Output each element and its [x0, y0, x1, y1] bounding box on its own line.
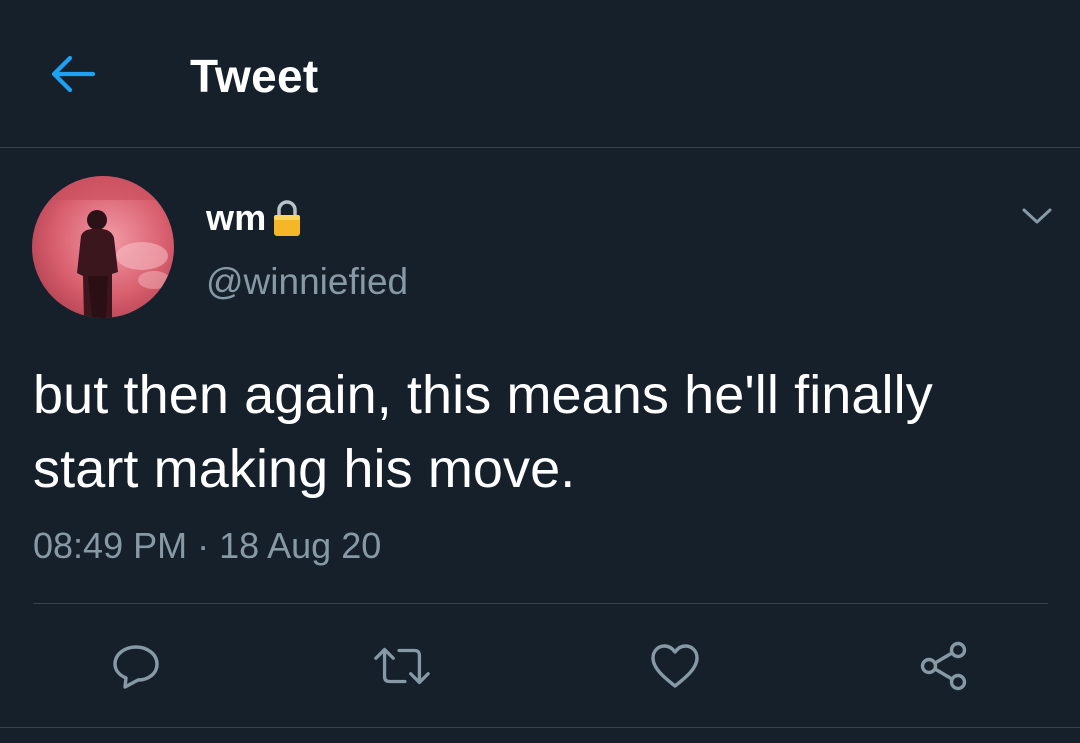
- tweet-text: but then again, this means he'll finally…: [33, 365, 933, 499]
- back-button[interactable]: [44, 50, 100, 98]
- display-name: wm: [206, 197, 267, 238]
- tweet-time[interactable]: 08:49 PM: [33, 520, 187, 572]
- meta-separator: ·: [197, 525, 210, 566]
- bottom-divider: [0, 727, 1080, 728]
- divider: [33, 603, 1048, 604]
- reply-button[interactable]: [106, 636, 166, 696]
- tweet-timestamp: 08:49 PM · 18 Aug 20: [33, 520, 381, 572]
- heart-icon: [651, 644, 699, 688]
- retweet-button[interactable]: [372, 636, 432, 696]
- arrow-left-icon: [51, 55, 95, 93]
- share-button[interactable]: [914, 636, 974, 696]
- share-icon: [920, 641, 967, 691]
- avatar-image: [32, 176, 174, 318]
- like-button[interactable]: [645, 636, 705, 696]
- author-name-row[interactable]: wm: [206, 192, 302, 244]
- more-options-button[interactable]: [1012, 196, 1062, 236]
- reply-icon: [113, 645, 159, 689]
- author-handle[interactable]: @winniefied: [206, 258, 408, 306]
- chevron-down-icon: [1022, 208, 1052, 224]
- tweet-date[interactable]: 18 Aug 20: [219, 520, 381, 572]
- retweet-icon: [374, 647, 430, 685]
- lock-icon: [272, 198, 302, 238]
- top-bar: Tweet: [0, 0, 1080, 148]
- avatar[interactable]: [32, 176, 174, 318]
- page-title: Tweet: [190, 50, 319, 102]
